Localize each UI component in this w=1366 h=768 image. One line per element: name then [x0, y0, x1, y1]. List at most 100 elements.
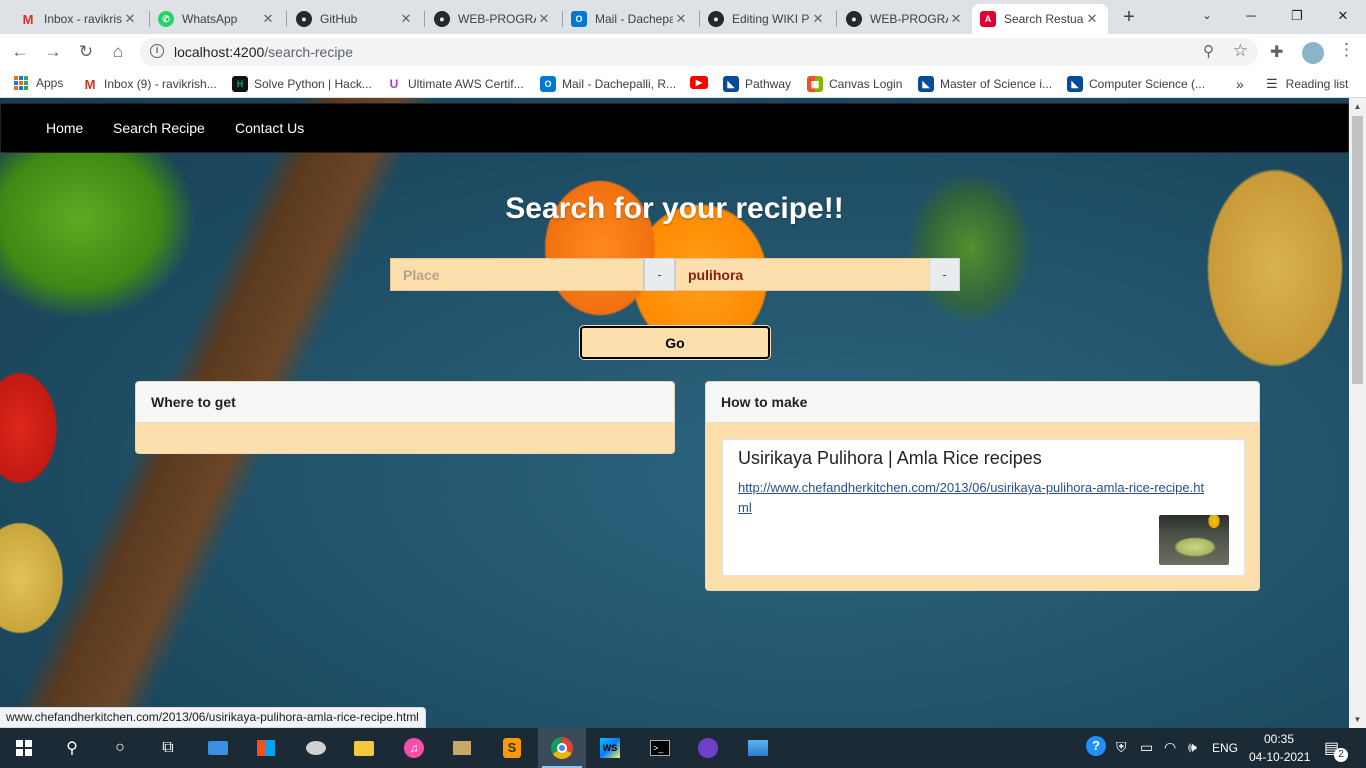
- network-drive-icon[interactable]: [194, 728, 242, 768]
- tab-whatsapp[interactable]: ✆ WhatsApp ✕: [150, 4, 284, 34]
- recipe-input[interactable]: [675, 258, 930, 291]
- battery-icon[interactable]: ▭: [1140, 739, 1153, 756]
- bookmark-pathway[interactable]: ◣ Pathway: [723, 76, 791, 92]
- close-icon[interactable]: ✕: [122, 11, 138, 27]
- close-icon[interactable]: ✕: [260, 11, 276, 27]
- bookmark-inbox[interactable]: M Inbox (9) - ravikrish...: [82, 76, 217, 92]
- language-indicator[interactable]: ENG: [1212, 741, 1238, 755]
- tab-title: Editing WIKI P: [732, 12, 810, 26]
- close-icon[interactable]: ✕: [536, 11, 552, 27]
- maximize-button[interactable]: ❐: [1274, 0, 1320, 32]
- store-icon[interactable]: [242, 728, 290, 768]
- minimize-button[interactable]: ─: [1228, 0, 1274, 32]
- itunes-icon[interactable]: ♫: [390, 728, 438, 768]
- github-desktop-icon[interactable]: [684, 728, 732, 768]
- security-icon[interactable]: ⛨: [1116, 739, 1127, 756]
- terminal-icon[interactable]: >_: [636, 728, 684, 768]
- close-icon[interactable]: ✕: [398, 11, 414, 27]
- more-bookmarks-button[interactable]: »: [1236, 76, 1244, 92]
- close-icon[interactable]: ✕: [810, 11, 826, 27]
- windows-start-icon[interactable]: [0, 728, 48, 768]
- bookmark-master-of-science[interactable]: ◣ Master of Science i...: [918, 76, 1052, 92]
- task-view-icon[interactable]: ⧉: [144, 728, 192, 768]
- wifi-icon[interactable]: ◠: [1164, 739, 1176, 756]
- tab-web-programming-2[interactable]: ● WEB-PROGRAMM ✕: [838, 4, 972, 34]
- site-info-icon[interactable]: i: [150, 44, 164, 58]
- chrome-menu-icon[interactable]: ⋮: [1338, 40, 1355, 60]
- tab-github[interactable]: ● GitHub ✕: [288, 4, 422, 34]
- reload-icon[interactable]: ↻: [74, 40, 98, 64]
- whatsapp-icon: ✆: [158, 11, 174, 27]
- where-to-get-card: Where to get: [135, 381, 675, 454]
- page-scrollbar[interactable]: ▲ ▼: [1349, 98, 1366, 728]
- tab-search-restaurant[interactable]: A Search Restuarant ✕: [972, 4, 1108, 34]
- tab-inbox[interactable]: M Inbox - ravikrish ✕: [12, 4, 146, 34]
- address-bar[interactable]: i localhost:4200/search-recipe ⚲ ☆: [140, 38, 1258, 66]
- page-content: Home Search Recipe Contact Us Search for…: [0, 98, 1366, 728]
- url-text[interactable]: localhost:4200/search-recipe: [174, 44, 353, 60]
- webstorm-icon[interactable]: WS: [586, 728, 634, 768]
- bookmark-youtube[interactable]: ▶: [690, 76, 714, 89]
- close-icon[interactable]: ✕: [673, 11, 689, 27]
- photos-icon[interactable]: [734, 728, 782, 768]
- outlook-icon: O: [571, 11, 587, 27]
- tab-editing-wiki[interactable]: ● Editing WIKI P ✕: [700, 4, 834, 34]
- search-form: - -: [390, 258, 960, 291]
- location-pin-icon[interactable]: ⚲: [1203, 42, 1214, 60]
- url-host: localhost:4200: [174, 44, 265, 60]
- bookmark-udemy[interactable]: U Ultimate AWS Certif...: [386, 76, 524, 92]
- tab-web-programming-1[interactable]: ● WEB-PROGRAMM ✕: [426, 4, 560, 34]
- paint-icon[interactable]: [292, 728, 340, 768]
- forward-arrow-icon[interactable]: →: [41, 40, 65, 64]
- angular-icon: A: [980, 11, 996, 27]
- github-icon: ●: [434, 11, 450, 27]
- reading-list-icon: ☰: [1266, 76, 1278, 91]
- bookmark-hackerrank[interactable]: H Solve Python | Hack...: [232, 76, 372, 92]
- youtube-icon: ▶: [690, 76, 708, 89]
- tab-search-icon[interactable]: ⌄: [1184, 0, 1230, 32]
- bookmark-apps[interactable]: Apps: [14, 76, 63, 90]
- home-icon[interactable]: ⌂: [106, 40, 130, 64]
- close-icon[interactable]: ✕: [1084, 11, 1100, 27]
- bookmark-label: Solve Python | Hack...: [254, 77, 372, 91]
- chrome-icon[interactable]: [538, 728, 586, 768]
- search-icon[interactable]: ⚲: [48, 728, 96, 768]
- place-input[interactable]: [390, 258, 644, 291]
- nav-search-recipe-link[interactable]: Search Recipe: [113, 120, 205, 136]
- tab-title: WEB-PROGRAMM: [458, 12, 536, 26]
- new-tab-button[interactable]: +: [1117, 6, 1141, 30]
- recipe-thumbnail-image[interactable]: [1159, 515, 1229, 565]
- reading-list-button[interactable]: ☰ Reading list: [1266, 76, 1348, 92]
- bookmark-star-icon[interactable]: ☆: [1233, 41, 1248, 61]
- bookmark-label: Pathway: [745, 77, 792, 91]
- windows-taskbar: ⚲ ○ ⧉ ♫ S WS >_ ? ⛨ ▭ ◠ 🕪 ENG 00:35 04-1…: [0, 728, 1366, 768]
- help-icon[interactable]: ?: [1086, 736, 1106, 756]
- tab-mail[interactable]: O Mail - Dachepalli ✕: [563, 4, 697, 34]
- tab-title: Search Restuarant: [1004, 12, 1084, 26]
- clock-date[interactable]: 04-10-2021: [1249, 750, 1310, 764]
- nav-home-link[interactable]: Home: [46, 120, 83, 136]
- profile-avatar[interactable]: [1302, 42, 1324, 64]
- bookmark-mail[interactable]: O Mail - Dachepalli, R...: [540, 76, 676, 92]
- volume-icon[interactable]: 🕪: [1188, 739, 1197, 756]
- cortana-icon[interactable]: ○: [96, 728, 144, 768]
- go-button[interactable]: Go: [580, 326, 770, 359]
- bookmark-computer-science[interactable]: ◣ Computer Science (...: [1067, 76, 1205, 92]
- nav-contact-link[interactable]: Contact Us: [235, 120, 304, 136]
- clock-time[interactable]: 00:35: [1264, 732, 1294, 746]
- window-close-button[interactable]: ✕: [1320, 0, 1366, 32]
- archive-icon[interactable]: [438, 728, 486, 768]
- sublime-text-icon[interactable]: S: [488, 728, 536, 768]
- recipe-result-link[interactable]: http://www.chefandherkitchen.com/2013/06…: [738, 478, 1208, 518]
- bookmark-canvas[interactable]: ▦ Canvas Login: [807, 76, 902, 92]
- scrollbar-thumb[interactable]: [1352, 116, 1363, 384]
- extensions-puzzle-icon[interactable]: ✚: [1270, 42, 1283, 62]
- file-explorer-icon[interactable]: [340, 728, 388, 768]
- university-icon: ◣: [1067, 76, 1083, 92]
- close-icon[interactable]: ✕: [948, 11, 964, 27]
- link-status-bubble: www.chefandherkitchen.com/2013/06/usirik…: [0, 707, 426, 728]
- bookmark-label: Apps: [36, 76, 64, 90]
- scroll-up-icon[interactable]: ▲: [1349, 98, 1366, 115]
- back-arrow-icon[interactable]: ←: [8, 40, 32, 64]
- scroll-down-icon[interactable]: ▼: [1349, 711, 1366, 728]
